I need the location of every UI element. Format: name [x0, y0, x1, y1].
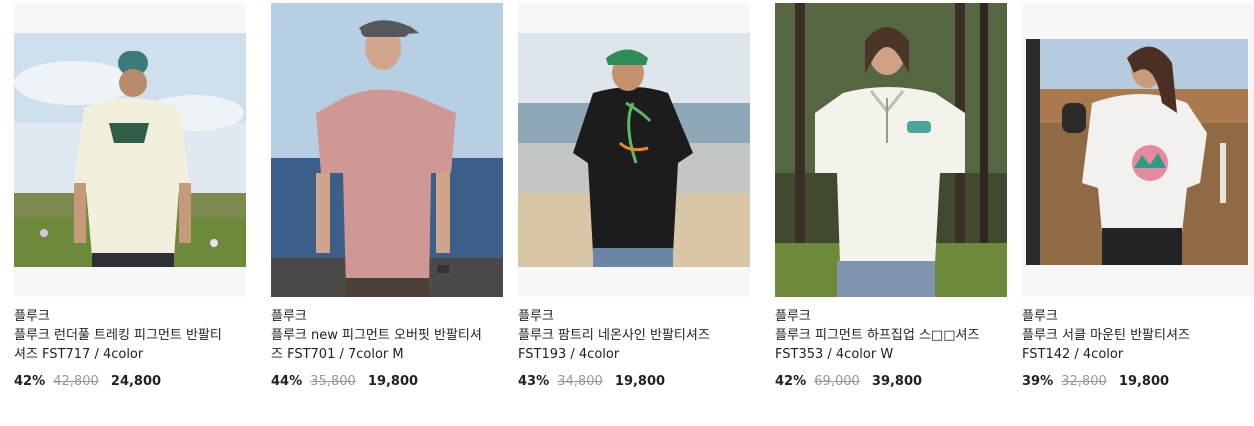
price-row: 43% 34,800 19,800 — [518, 372, 750, 391]
sale-price: 39,800 — [871, 374, 923, 389]
product-image[interactable] — [14, 3, 246, 297]
product-brand: 플루크 — [775, 309, 811, 324]
product-title[interactable]: 플루크 팜트리 네온사인 반팔티셔즈 FST193 / 4color — [518, 326, 733, 364]
original-price: 35,800 — [310, 374, 356, 389]
product-title[interactable]: 플루크 런더풀 트레킹 피그먼트 반팔티셔즈 FST717 / 4color — [14, 326, 229, 364]
product-image[interactable] — [775, 3, 1007, 297]
product-card[interactable]: 플루크 플루크 런더풀 트레킹 피그먼트 반팔티셔즈 FST717 / 4col… — [14, 3, 246, 391]
product-brand: 플루크 — [14, 309, 50, 324]
product-title[interactable]: 플루크 피그먼트 하프집업 스□□셔즈 FST353 / 4color W — [775, 326, 990, 364]
product-image[interactable] — [271, 3, 503, 297]
sale-price: 19,800 — [614, 374, 666, 389]
discount-rate: 42% — [775, 374, 807, 389]
product-image[interactable] — [1022, 3, 1254, 297]
product-title[interactable]: 플루크 new 피그먼트 오버핏 반팔티셔즈 FST701 / 7color M — [271, 326, 486, 364]
price-row: 39% 32,800 19,800 — [1022, 372, 1254, 391]
product-brand: 플루크 — [518, 309, 554, 324]
product-card[interactable]: 플루크 플루크 팜트리 네온사인 반팔티셔즈 FST193 / 4color 4… — [518, 3, 750, 391]
original-price: 42,800 — [53, 374, 99, 389]
discount-rate: 42% — [14, 374, 46, 389]
price-row: 44% 35,800 19,800 — [271, 372, 503, 391]
product-grid: 플루크 플루크 런더풀 트레킹 피그먼트 반팔티셔즈 FST717 / 4col… — [0, 0, 1254, 426]
discount-rate: 39% — [1022, 374, 1054, 389]
price-row: 42% 69,000 39,800 — [775, 372, 1007, 391]
product-card[interactable]: 플루크 플루크 new 피그먼트 오버핏 반팔티셔즈 FST701 / 7col… — [271, 3, 503, 391]
product-brand: 플루크 — [271, 309, 307, 324]
discount-rate: 43% — [518, 374, 550, 389]
product-brand: 플루크 — [1022, 309, 1058, 324]
original-price: 32,800 — [1061, 374, 1107, 389]
sale-price: 24,800 — [110, 374, 162, 389]
discount-rate: 44% — [271, 374, 303, 389]
product-card[interactable]: 플루크 플루크 피그먼트 하프집업 스□□셔즈 FST353 / 4color … — [775, 3, 1007, 391]
product-title[interactable]: 플루크 서클 마운틴 반팔티셔즈 FST142 / 4color — [1022, 326, 1237, 364]
product-image[interactable] — [518, 3, 750, 297]
original-price: 34,800 — [557, 374, 603, 389]
product-card[interactable]: 플루크 플루크 서클 마운틴 반팔티셔즈 FST142 / 4color 39%… — [1022, 3, 1254, 391]
sale-price: 19,800 — [1118, 374, 1170, 389]
original-price: 69,000 — [814, 374, 860, 389]
price-row: 42% 42,800 24,800 — [14, 372, 246, 391]
sale-price: 19,800 — [367, 374, 419, 389]
